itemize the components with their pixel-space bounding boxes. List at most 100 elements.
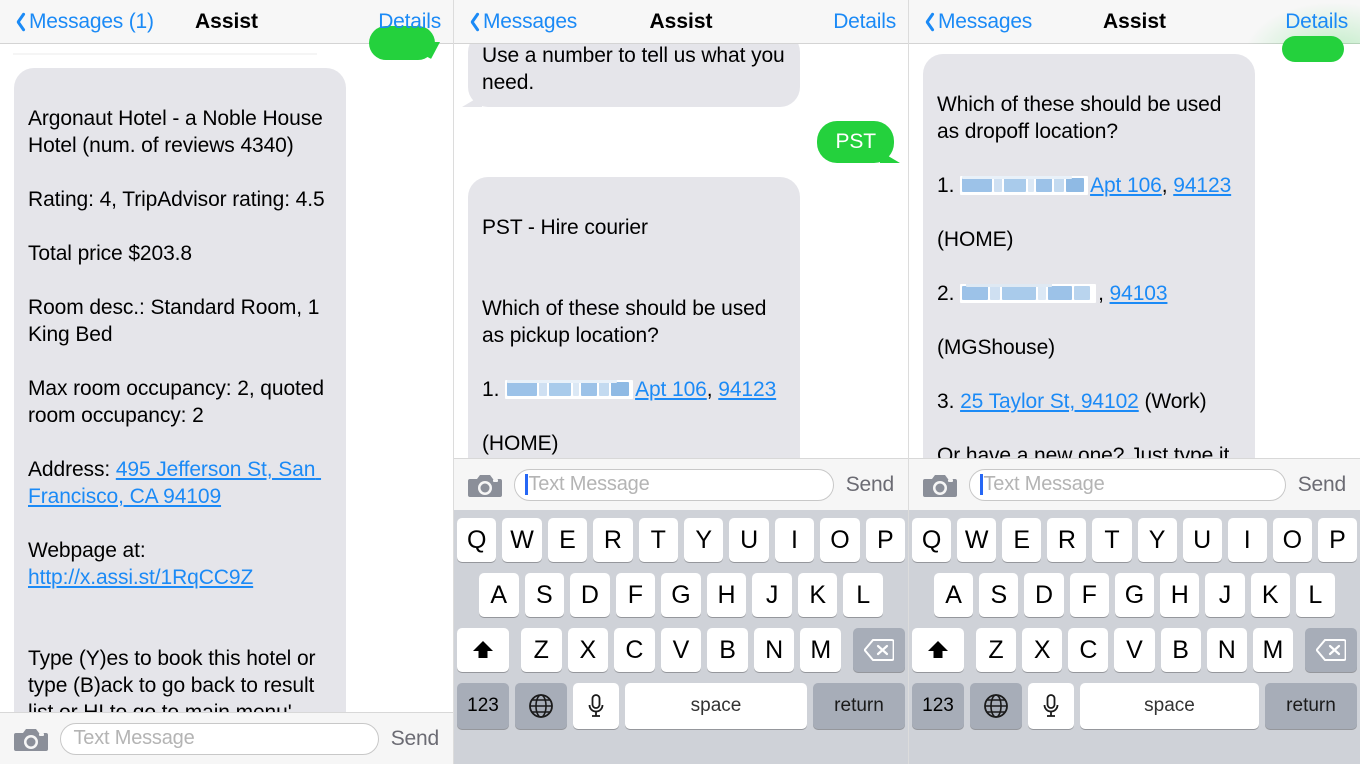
space-key[interactable]: space <box>625 683 807 729</box>
key-b[interactable]: B <box>1160 628 1201 672</box>
key-e[interactable]: E <box>547 518 588 562</box>
key-k[interactable]: K <box>797 573 838 617</box>
keyboard-letters-row-3: Z X C V B N M <box>970 628 1299 672</box>
keyboard-row-3: Z X C V B N M <box>457 628 905 672</box>
back-to-messages-button-1[interactable]: Messages (1) <box>12 10 154 34</box>
message-row: Use a number to tell us what you need. <box>468 44 894 107</box>
key-f[interactable]: F <box>1069 573 1109 617</box>
key-k[interactable]: K <box>1250 573 1290 617</box>
key-s[interactable]: S <box>524 573 565 617</box>
key-c[interactable]: C <box>1068 628 1109 672</box>
key-z[interactable]: Z <box>976 628 1017 672</box>
details-button-1[interactable]: Details <box>378 10 441 34</box>
key-p[interactable]: P <box>1317 518 1357 562</box>
backspace-delete-key[interactable] <box>1305 628 1357 672</box>
send-button-3[interactable]: Send <box>1298 473 1346 497</box>
key-u[interactable]: U <box>729 518 769 562</box>
back-to-messages-button-2[interactable]: Messages <box>466 10 577 34</box>
text-message-input-3[interactable]: Text Message <box>969 468 1286 501</box>
key-g[interactable]: G <box>661 573 701 617</box>
key-o[interactable]: O <box>1272 518 1312 562</box>
numbers-key[interactable]: 123 <box>457 683 509 729</box>
hotel-details-bubble: Argonaut Hotel - a Noble House Hotel (nu… <box>14 68 346 712</box>
details-button-2[interactable]: Details <box>833 10 896 34</box>
globe-language-key[interactable] <box>970 683 1022 729</box>
key-n[interactable]: N <box>1206 628 1247 672</box>
address-apt-link-1[interactable]: Apt 106 <box>1090 174 1162 197</box>
address-zip-link-1[interactable]: 94123 <box>1173 174 1231 197</box>
key-j[interactable]: J <box>1205 573 1245 617</box>
hotel-webpage-link[interactable]: http://x.assi.st/1RqCC9Z <box>28 566 253 589</box>
microphone-key[interactable] <box>573 683 619 729</box>
key-f[interactable]: F <box>615 573 656 617</box>
booking-instructions: Type (Y)es to book this hotel or type (B… <box>28 647 316 712</box>
camera-icon[interactable] <box>14 725 48 753</box>
microphone-key[interactable] <box>1028 683 1074 729</box>
key-x[interactable]: X <box>567 628 609 672</box>
key-u[interactable]: U <box>1182 518 1222 562</box>
key-s[interactable]: S <box>979 573 1019 617</box>
key-d[interactable]: D <box>570 573 610 617</box>
key-l[interactable]: L <box>1295 573 1335 617</box>
line-text: Which of these should be used as dropoff… <box>937 93 1228 143</box>
key-l[interactable]: L <box>843 573 884 617</box>
camera-icon[interactable] <box>468 471 502 499</box>
text-message-input-1[interactable]: Text Message <box>60 722 379 755</box>
send-button-1[interactable]: Send <box>391 727 439 751</box>
text-message-input-2[interactable]: Text Message <box>514 468 834 501</box>
camera-icon[interactable] <box>923 471 957 499</box>
key-j[interactable]: J <box>752 573 792 617</box>
key-c[interactable]: C <box>614 628 655 672</box>
address-work-link[interactable]: 25 Taylor St, 94102 <box>960 390 1139 413</box>
key-r[interactable]: R <box>593 518 633 562</box>
send-button-2[interactable]: Send <box>846 473 894 497</box>
numbers-key[interactable]: 123 <box>912 683 964 729</box>
shift-key[interactable] <box>912 628 964 672</box>
address-apt-link-1[interactable]: Apt 106 <box>635 378 707 401</box>
key-y[interactable]: Y <box>1137 518 1177 562</box>
key-b[interactable]: B <box>707 628 748 672</box>
key-d[interactable]: D <box>1024 573 1064 617</box>
key-x[interactable]: X <box>1022 628 1063 672</box>
webpage-label: Webpage at: <box>28 539 152 562</box>
key-q[interactable]: Q <box>456 518 497 562</box>
key-v[interactable]: V <box>1114 628 1155 672</box>
back-to-messages-button-3[interactable]: Messages <box>921 10 1032 34</box>
key-z[interactable]: Z <box>520 628 562 672</box>
key-h[interactable]: H <box>706 573 747 617</box>
globe-language-key[interactable] <box>515 683 567 729</box>
key-v[interactable]: V <box>660 628 702 672</box>
message-row: PST - Hire courier Which of these should… <box>468 177 894 458</box>
input-placeholder: Text Message <box>983 473 1105 495</box>
key-i[interactable]: I <box>774 518 815 562</box>
key-n[interactable]: N <box>753 628 795 672</box>
key-i[interactable]: I <box>1227 518 1267 562</box>
shift-key[interactable] <box>457 628 509 672</box>
key-q[interactable]: Q <box>912 518 952 562</box>
key-p[interactable]: P <box>865 518 906 562</box>
return-key[interactable]: return <box>1265 683 1357 729</box>
space-key[interactable]: space <box>1080 683 1259 729</box>
key-y[interactable]: Y <box>684 518 724 562</box>
key-t[interactable]: T <box>638 518 678 562</box>
key-a[interactable]: A <box>934 573 974 617</box>
key-a[interactable]: A <box>478 573 519 617</box>
message-row: Argonaut Hotel - a Noble House Hotel (nu… <box>14 68 439 712</box>
key-t[interactable]: T <box>1092 518 1132 562</box>
key-m[interactable]: M <box>1252 628 1293 672</box>
backspace-delete-key[interactable] <box>853 628 905 672</box>
key-e[interactable]: E <box>1002 518 1042 562</box>
key-o[interactable]: O <box>820 518 860 562</box>
key-m[interactable]: M <box>800 628 842 672</box>
key-g[interactable]: G <box>1114 573 1155 617</box>
key-r[interactable]: R <box>1047 518 1087 562</box>
address-zip-link-1[interactable]: 94123 <box>718 378 776 401</box>
key-w[interactable]: W <box>502 518 542 562</box>
key-h[interactable]: H <box>1160 573 1200 617</box>
key-w[interactable]: W <box>957 518 997 562</box>
details-button-3[interactable]: Details <box>1285 10 1348 34</box>
keyboard-row-1: Q W E R T Y U I O P <box>912 518 1357 562</box>
return-key[interactable]: return <box>813 683 905 729</box>
address-zip-link-2[interactable]: 94103 <box>1110 282 1168 305</box>
chevron-left-icon <box>466 11 479 33</box>
